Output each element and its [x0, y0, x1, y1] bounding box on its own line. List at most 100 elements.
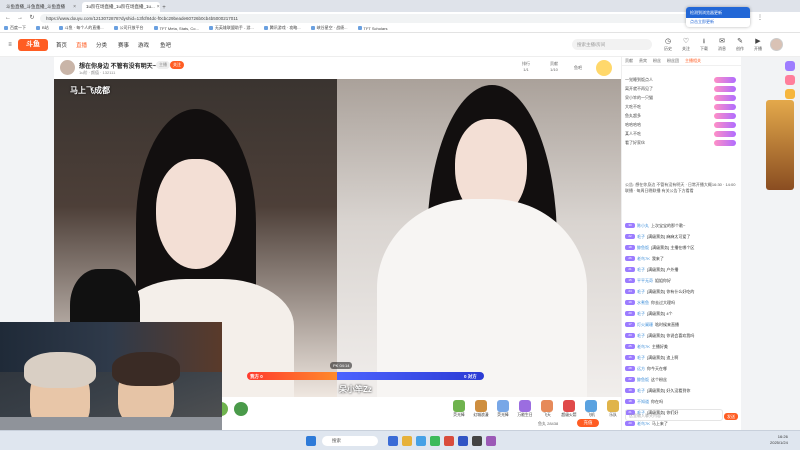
nav-events[interactable]: 赛事 — [118, 41, 129, 49]
header-follow[interactable]: ♡ 关注 — [680, 38, 692, 52]
game-icon[interactable] — [234, 402, 248, 416]
follow-button[interactable]: 关注 — [170, 61, 184, 69]
chat-username[interactable]: 毛子 — [637, 355, 645, 361]
app-icon[interactable] — [472, 436, 482, 446]
chat-username[interactable]: 老鸟7K — [637, 256, 650, 262]
chat-username[interactable]: 老鸟7K — [637, 344, 650, 350]
chat-username[interactable]: 水煮鱼 — [637, 300, 649, 306]
bookmark-item[interactable]: TFT Scholars — [357, 26, 387, 31]
windows-start-icon[interactable] — [306, 436, 316, 446]
app-icon[interactable] — [458, 436, 468, 446]
level-badge: 24 — [625, 289, 635, 294]
recharge-button[interactable]: 充值 — [577, 419, 599, 427]
app-icon[interactable] — [486, 436, 496, 446]
bookmark-item[interactable]: B站 — [36, 25, 49, 31]
level-badge: 30 — [625, 223, 635, 228]
chat-username[interactable]: 毛子 — [637, 311, 645, 317]
bookmark-item[interactable]: 斗鱼 · 每个人的直播... — [58, 25, 104, 31]
bookmark-item[interactable]: 峡谷星空 · 战绩... — [310, 25, 348, 31]
chat-username[interactable]: 鲸鱼饭 — [637, 245, 649, 251]
fishbar-link[interactable]: 鱼吧 — [574, 65, 582, 71]
header-message[interactable]: ✉ 消息 — [716, 38, 728, 52]
app-icon[interactable] — [785, 75, 795, 85]
chat-input[interactable]: 这里输入聊天内容 — [625, 409, 723, 421]
taskbar-search[interactable]: 搜索 — [322, 436, 378, 446]
header-download[interactable]: ⭳ 下载 — [698, 38, 710, 52]
chat-username[interactable]: 不知道 — [637, 399, 649, 405]
chat-username[interactable]: 老鸟7K — [637, 421, 650, 427]
app-icon[interactable] — [785, 89, 795, 99]
activity-icon[interactable] — [596, 60, 612, 76]
nav-games[interactable]: 游戏 — [138, 41, 149, 49]
chat-text: [满级票务] 你说会喜欢我吗 — [647, 332, 695, 338]
chat-username[interactable]: 毛子 — [637, 234, 645, 240]
forward-icon[interactable]: → — [16, 14, 24, 22]
bookmark-item[interactable]: 公司开放平台 — [113, 25, 144, 31]
tab-streamer[interactable]: 主播相关 — [685, 58, 701, 64]
header-broadcast[interactable]: ▶ 开播 — [752, 38, 764, 52]
reload-icon[interactable]: ↻ — [28, 14, 36, 22]
tab-fans[interactable]: 粉丝 — [653, 58, 661, 64]
rank-item[interactable]: 大吃不吃 — [622, 102, 742, 111]
update-notification[interactable]: 检测到浏览器更新 点击立即更新 — [686, 7, 750, 27]
gift-label: 荧光棒 — [497, 413, 509, 417]
rank-item[interactable]: 一觉睡到饭点人 — [622, 75, 742, 84]
close-icon[interactable]: × — [73, 4, 76, 10]
url-field[interactable]: https://www.douyu.com/1213072878?dyshid=… — [40, 13, 740, 23]
search-input[interactable]: 搜索主播/房间 — [572, 39, 652, 50]
new-tab-icon[interactable]: + — [160, 4, 168, 12]
nav-category[interactable]: 分类 — [96, 41, 107, 49]
edge-icon[interactable] — [416, 436, 426, 446]
rank-stat[interactable]: 排行 1/1 — [522, 61, 530, 72]
folder-icon[interactable] — [402, 436, 412, 446]
chat-username[interactable]: 毛子 — [637, 267, 645, 273]
chat-username[interactable]: 远方 — [637, 366, 645, 372]
browser-tab-1[interactable]: 斗鱼直播_斗鱼直播_斗鱼直播 × — [2, 2, 80, 12]
back-icon[interactable]: ← — [4, 14, 12, 22]
level-badge: 20 — [625, 421, 635, 426]
system-clock[interactable]: 16:26 2025/1/24 — [770, 434, 788, 446]
header-history[interactable]: ◷ 历史 — [662, 38, 674, 52]
rank-item[interactable]: 离开就不再见了 — [622, 84, 742, 93]
contrib-stat[interactable]: 贡献 1/10 — [550, 61, 558, 72]
bookmark-item[interactable]: 腾讯游戏 · 攻略... — [263, 25, 301, 31]
taskview-icon[interactable] — [388, 436, 398, 446]
site-logo[interactable]: 斗鱼 — [18, 39, 48, 51]
chat-username[interactable]: 陈小丸 — [637, 223, 649, 229]
hamburger-icon[interactable]: ≡ — [6, 41, 14, 49]
chrome-icon[interactable] — [430, 436, 440, 446]
user-avatar[interactable] — [770, 38, 783, 51]
room-announcement: 公告: 想在你身边 不管有没有明天 · 日常开播大概16:30 · 14:00 … — [625, 182, 736, 193]
nav-home[interactable]: 首页 — [56, 41, 67, 49]
nav-fishbar[interactable]: 鱼吧 — [160, 41, 171, 49]
tab-contrib[interactable]: 贡献 — [625, 58, 633, 64]
tab-vip[interactable]: 贵宾 — [639, 58, 647, 64]
rank-item[interactable]: 鱼丸超多 — [622, 111, 742, 120]
rank-item[interactable]: 看了好家伙 — [622, 138, 742, 147]
bookmark-item[interactable]: 百度一下 — [4, 25, 26, 31]
rank-item[interactable]: 某人不吃 — [622, 129, 742, 138]
rank-item[interactable]: 哈哈哈哈 — [622, 120, 742, 129]
send-button[interactable]: 发送 — [724, 413, 738, 420]
bookmark-item[interactable]: 无英雄联盟助手 - 游... — [208, 25, 254, 31]
app-icon[interactable] — [785, 61, 795, 71]
header-create[interactable]: ✎ 创作 — [734, 38, 746, 52]
chat-username[interactable]: 灯火阑珊 — [637, 322, 653, 328]
chat-username[interactable]: 毛子 — [637, 289, 645, 295]
tab-fan-club[interactable]: 粉丝团 — [667, 58, 679, 64]
app-icon[interactable] — [444, 436, 454, 446]
chat-username[interactable]: 毛子 — [637, 388, 645, 394]
stream-caption: 马上飞成都 — [70, 86, 110, 95]
chat-username[interactable]: 平平无奇 — [637, 278, 653, 284]
browser-tab-2[interactable]: 1u阶在场直播_1u阶在场直播_1u... × — [82, 2, 160, 12]
bookmark-item[interactable]: TFT Meta, Stats, Co... — [153, 26, 199, 31]
menu-icon[interactable]: ⋮ — [756, 14, 764, 22]
level-badge: 17 — [625, 322, 635, 327]
chat-username[interactable]: 毛子 — [637, 333, 645, 339]
rank-item[interactable]: 呆小竿的一只猫 — [622, 93, 742, 102]
nav-live[interactable]: 直播 — [76, 41, 87, 49]
promo-banner[interactable] — [766, 100, 794, 190]
update-link[interactable]: 点击立即更新 — [690, 19, 714, 25]
chat-username[interactable]: 鲸鱼饭 — [637, 377, 649, 383]
streamer-avatar[interactable] — [60, 60, 75, 75]
